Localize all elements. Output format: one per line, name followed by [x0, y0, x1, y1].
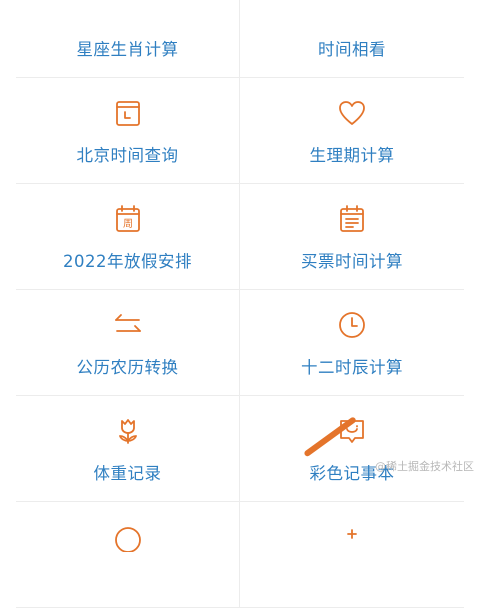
svg-text:周: 周: [123, 218, 133, 230]
calendar-list-icon: [337, 204, 367, 234]
tool-partial-left[interactable]: [16, 502, 240, 608]
tool-partial-right[interactable]: [240, 502, 464, 608]
calendar-week-icon: 周: [113, 204, 143, 234]
tool-weight-record[interactable]: 体重记录: [16, 396, 240, 502]
clock-square-icon: [113, 98, 143, 128]
tool-label: 生理期计算: [309, 146, 395, 165]
tool-label: 买票时间计算: [301, 252, 403, 271]
tool-ticket-time[interactable]: 买票时间计算: [240, 184, 464, 290]
tool-calendar-convert[interactable]: 公历农历转换: [16, 290, 240, 396]
tool-grid: 星座生肖计算 时间相看 北京时间查询 生理期计算 周 2022年放假安排 买票时…: [16, 0, 464, 608]
tool-twelve-hours[interactable]: 十二时辰计算: [240, 290, 464, 396]
heart-icon: [337, 98, 367, 128]
partial-icon: [113, 522, 143, 552]
tool-label: 北京时间查询: [76, 146, 179, 165]
tool-period-calc[interactable]: 生理期计算: [240, 78, 464, 184]
tool-time-view[interactable]: 时间相看: [240, 0, 464, 78]
tool-label: 十二时辰计算: [301, 358, 403, 377]
clock-icon: [337, 310, 367, 340]
swap-arrows-icon: [113, 310, 143, 340]
tool-beijing-time[interactable]: 北京时间查询: [16, 78, 240, 184]
tool-color-notebook[interactable]: 彩色记事本: [240, 396, 464, 502]
tool-label: 公历农历转换: [76, 358, 179, 377]
watermark: @稀土掘金技术社区: [375, 460, 474, 473]
tool-label: 体重记录: [93, 464, 162, 483]
tool-holiday-schedule[interactable]: 周 2022年放假安排: [16, 184, 240, 290]
tool-label: 星座生肖计算: [76, 40, 179, 59]
partial-icon: [113, 0, 143, 22]
tool-constellation-zodiac[interactable]: 星座生肖计算: [16, 0, 240, 78]
partial-icon: [337, 0, 367, 22]
flower-icon: [113, 416, 143, 446]
tool-label: 时间相看: [318, 40, 386, 59]
tool-label: 2022年放假安排: [63, 252, 192, 271]
partial-icon: [337, 522, 367, 552]
